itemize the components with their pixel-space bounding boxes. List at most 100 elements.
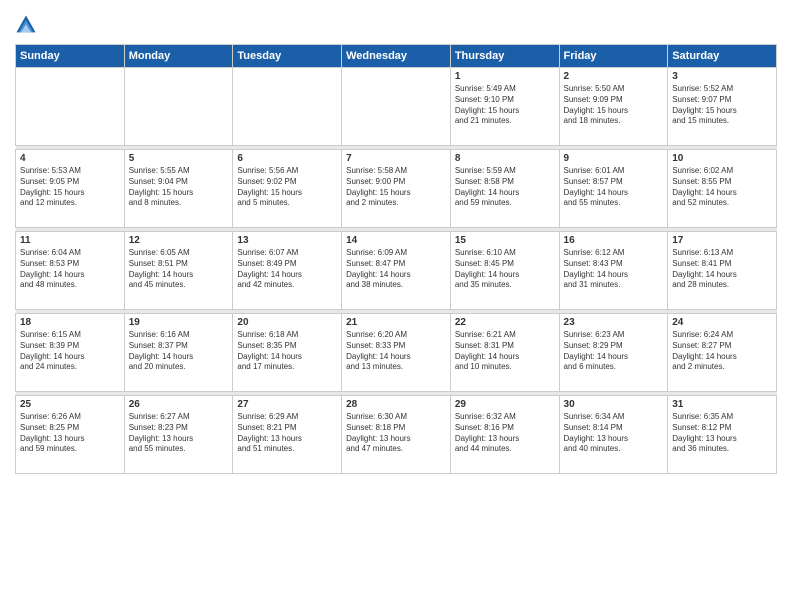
day-number: 21 xyxy=(346,317,446,328)
day-info: Sunrise: 6:02 AMSunset: 8:55 PMDaylight:… xyxy=(672,166,772,209)
calendar-cell: 12 Sunrise: 6:05 AMSunset: 8:51 PMDayligh… xyxy=(124,232,233,310)
calendar-cell: 6 Sunrise: 5:56 AMSunset: 9:02 PMDaylight… xyxy=(233,150,342,228)
day-info: Sunrise: 6:16 AMSunset: 8:37 PMDaylight:… xyxy=(129,330,229,373)
day-number: 24 xyxy=(672,317,772,328)
day-info: Sunrise: 5:55 AMSunset: 9:04 PMDaylight:… xyxy=(129,166,229,209)
calendar-cell: 9 Sunrise: 6:01 AMSunset: 8:57 PMDaylight… xyxy=(559,150,668,228)
weekday-header-thursday: Thursday xyxy=(450,45,559,68)
calendar-week-3: 11 Sunrise: 6:04 AMSunset: 8:53 PMDayligh… xyxy=(16,232,777,310)
day-info: Sunrise: 6:23 AMSunset: 8:29 PMDaylight:… xyxy=(564,330,664,373)
calendar-cell: 8Sunrise: 5:59 AMSunset: 8:58 PMDaylight… xyxy=(450,150,559,228)
calendar-cell: 23 Sunrise: 6:23 AMSunset: 8:29 PMDayligh… xyxy=(559,314,668,392)
day-number: 28 xyxy=(346,399,446,410)
logo xyxy=(15,14,41,36)
calendar-cell: 27 Sunrise: 6:29 AMSunset: 8:21 PMDayligh… xyxy=(233,396,342,474)
calendar-cell: 13Sunrise: 6:07 AMSunset: 8:49 PMDayligh… xyxy=(233,232,342,310)
calendar-cell: 26 Sunrise: 6:27 AMSunset: 8:23 PMDayligh… xyxy=(124,396,233,474)
day-info: Sunrise: 5:58 AMSunset: 9:00 PMDaylight:… xyxy=(346,166,446,209)
day-info: Sunrise: 6:07 AMSunset: 8:49 PMDaylight:… xyxy=(237,248,337,291)
day-info: Sunrise: 6:27 AMSunset: 8:23 PMDaylight:… xyxy=(129,412,229,455)
day-number: 25 xyxy=(20,399,120,410)
day-info: Sunrise: 6:26 AMSunset: 8:25 PMDaylight:… xyxy=(20,412,120,455)
day-info: Sunrise: 6:05 AMSunset: 8:51 PMDaylight:… xyxy=(129,248,229,291)
day-number: 9 xyxy=(564,153,664,164)
day-info: Sunrise: 5:53 AMSunset: 9:05 PMDaylight:… xyxy=(20,166,120,209)
day-number: 4 xyxy=(20,153,120,164)
calendar-cell: 31 Sunrise: 6:35 AMSunset: 8:12 PMDayligh… xyxy=(668,396,777,474)
calendar-cell: 10 Sunrise: 6:02 AMSunset: 8:55 PMDayligh… xyxy=(668,150,777,228)
calendar-cell: 20 Sunrise: 6:18 AMSunset: 8:35 PMDayligh… xyxy=(233,314,342,392)
weekday-header-tuesday: Tuesday xyxy=(233,45,342,68)
calendar-cell xyxy=(124,68,233,146)
calendar-cell: 21 Sunrise: 6:20 AMSunset: 8:33 PMDayligh… xyxy=(342,314,451,392)
day-info: Sunrise: 6:12 AMSunset: 8:43 PMDaylight:… xyxy=(564,248,664,291)
day-number: 15 xyxy=(455,235,555,246)
day-info: Sunrise: 6:35 AMSunset: 8:12 PMDaylight:… xyxy=(672,412,772,455)
calendar-cell: 28 Sunrise: 6:30 AMSunset: 8:18 PMDayligh… xyxy=(342,396,451,474)
day-info: Sunrise: 5:59 AMSunset: 8:58 PMDaylight:… xyxy=(455,166,555,209)
day-info: Sunrise: 6:04 AMSunset: 8:53 PMDaylight:… xyxy=(20,248,120,291)
calendar-cell xyxy=(233,68,342,146)
calendar-cell xyxy=(16,68,125,146)
page: SundayMondayTuesdayWednesdayThursdayFrid… xyxy=(0,0,792,612)
day-number: 17 xyxy=(672,235,772,246)
calendar-week-4: 18 Sunrise: 6:15 AMSunset: 8:39 PMDayligh… xyxy=(16,314,777,392)
day-number: 7 xyxy=(346,153,446,164)
day-number: 6 xyxy=(237,153,337,164)
day-number: 23 xyxy=(564,317,664,328)
calendar-cell xyxy=(342,68,451,146)
day-info: Sunrise: 5:52 AMSunset: 9:07 PMDaylight:… xyxy=(672,84,772,127)
day-info: Sunrise: 6:32 AMSunset: 8:16 PMDaylight:… xyxy=(455,412,555,455)
day-number: 12 xyxy=(129,235,229,246)
calendar-cell: 30 Sunrise: 6:34 AMSunset: 8:14 PMDayligh… xyxy=(559,396,668,474)
logo-icon xyxy=(15,14,37,36)
calendar-week-2: 4 Sunrise: 5:53 AMSunset: 9:05 PMDaylight… xyxy=(16,150,777,228)
calendar-cell: 25 Sunrise: 6:26 AMSunset: 8:25 PMDayligh… xyxy=(16,396,125,474)
day-number: 1 xyxy=(455,71,555,82)
day-number: 3 xyxy=(672,71,772,82)
day-info: Sunrise: 5:49 AMSunset: 9:10 PMDaylight:… xyxy=(455,84,555,127)
day-number: 14 xyxy=(346,235,446,246)
day-number: 10 xyxy=(672,153,772,164)
day-number: 26 xyxy=(129,399,229,410)
calendar-cell: 7 Sunrise: 5:58 AMSunset: 9:00 PMDaylight… xyxy=(342,150,451,228)
day-info: Sunrise: 6:34 AMSunset: 8:14 PMDaylight:… xyxy=(564,412,664,455)
calendar-week-1: 1 Sunrise: 5:49 AMSunset: 9:10 PMDaylight… xyxy=(16,68,777,146)
day-number: 11 xyxy=(20,235,120,246)
day-info: Sunrise: 6:29 AMSunset: 8:21 PMDaylight:… xyxy=(237,412,337,455)
weekday-header-wednesday: Wednesday xyxy=(342,45,451,68)
day-info: Sunrise: 6:24 AMSunset: 8:27 PMDaylight:… xyxy=(672,330,772,373)
day-number: 31 xyxy=(672,399,772,410)
calendar-cell: 2 Sunrise: 5:50 AMSunset: 9:09 PMDaylight… xyxy=(559,68,668,146)
day-info: Sunrise: 6:20 AMSunset: 8:33 PMDaylight:… xyxy=(346,330,446,373)
day-info: Sunrise: 6:18 AMSunset: 8:35 PMDaylight:… xyxy=(237,330,337,373)
day-number: 18 xyxy=(20,317,120,328)
day-number: 16 xyxy=(564,235,664,246)
day-info: Sunrise: 6:21 AMSunset: 8:31 PMDaylight:… xyxy=(455,330,555,373)
day-info: Sunrise: 6:15 AMSunset: 8:39 PMDaylight:… xyxy=(20,330,120,373)
day-info: Sunrise: 6:10 AMSunset: 8:45 PMDaylight:… xyxy=(455,248,555,291)
day-info: Sunrise: 5:50 AMSunset: 9:09 PMDaylight:… xyxy=(564,84,664,127)
weekday-header-monday: Monday xyxy=(124,45,233,68)
day-number: 5 xyxy=(129,153,229,164)
day-info: Sunrise: 5:56 AMSunset: 9:02 PMDaylight:… xyxy=(237,166,337,209)
weekday-header-saturday: Saturday xyxy=(668,45,777,68)
day-number: 20 xyxy=(237,317,337,328)
day-number: 30 xyxy=(564,399,664,410)
day-info: Sunrise: 6:13 AMSunset: 8:41 PMDaylight:… xyxy=(672,248,772,291)
day-number: 27 xyxy=(237,399,337,410)
day-info: Sunrise: 6:30 AMSunset: 8:18 PMDaylight:… xyxy=(346,412,446,455)
weekday-header-sunday: Sunday xyxy=(16,45,125,68)
day-info: Sunrise: 6:01 AMSunset: 8:57 PMDaylight:… xyxy=(564,166,664,209)
calendar-table: SundayMondayTuesdayWednesdayThursdayFrid… xyxy=(15,44,777,474)
calendar-cell: 29Sunrise: 6:32 AMSunset: 8:16 PMDayligh… xyxy=(450,396,559,474)
calendar-cell: 11 Sunrise: 6:04 AMSunset: 8:53 PMDayligh… xyxy=(16,232,125,310)
header xyxy=(15,10,777,36)
day-number: 22 xyxy=(455,317,555,328)
calendar-cell: 4 Sunrise: 5:53 AMSunset: 9:05 PMDaylight… xyxy=(16,150,125,228)
day-number: 2 xyxy=(564,71,664,82)
weekday-header-row: SundayMondayTuesdayWednesdayThursdayFrid… xyxy=(16,45,777,68)
weekday-header-friday: Friday xyxy=(559,45,668,68)
calendar-cell: 18 Sunrise: 6:15 AMSunset: 8:39 PMDayligh… xyxy=(16,314,125,392)
calendar-cell: 16 Sunrise: 6:12 AMSunset: 8:43 PMDayligh… xyxy=(559,232,668,310)
